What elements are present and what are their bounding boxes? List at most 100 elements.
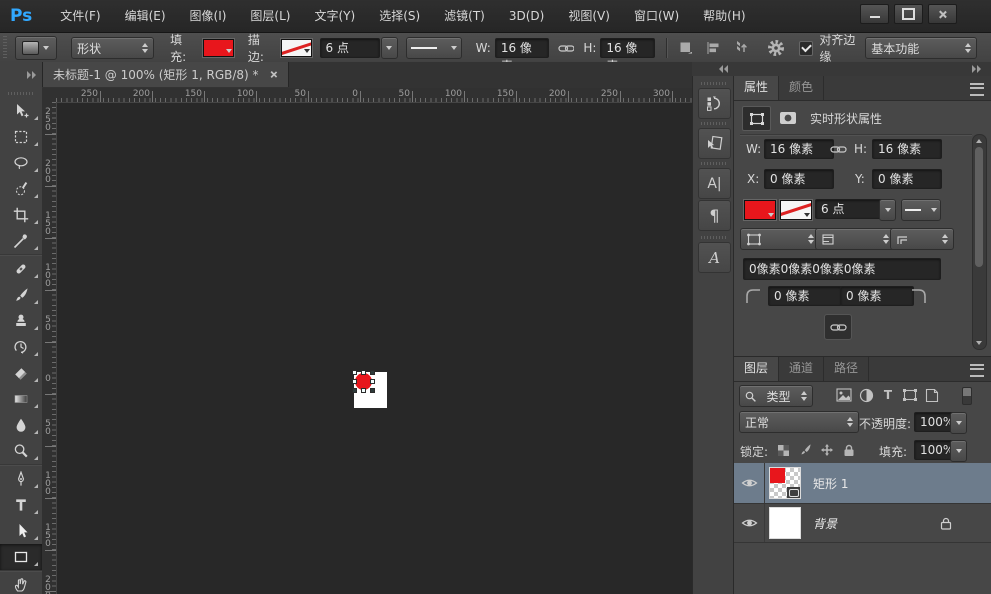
dock-gripper[interactable] (701, 236, 726, 239)
prop-x-input[interactable]: 0 像素 (764, 169, 834, 189)
layer-row-rectangle-1[interactable]: 矩形 1 (734, 463, 991, 504)
lock-position-icon[interactable] (818, 441, 836, 459)
layer-thumbnail[interactable] (769, 507, 801, 539)
checkbox-checked-icon[interactable] (799, 41, 813, 56)
toolbar-gripper[interactable] (8, 92, 34, 95)
tool-dodge[interactable] (0, 438, 42, 464)
menu-item-type[interactable]: 文字(Y) (302, 0, 367, 32)
menu-item-3d[interactable]: 3D(D) (497, 0, 556, 32)
corner-left-input[interactable]: 0 像素 (768, 286, 842, 306)
tool-preset-picker[interactable] (15, 36, 57, 60)
transform-handle[interactable] (352, 379, 357, 384)
options-bar-gripper[interactable] (3, 36, 7, 60)
transform-handle[interactable] (361, 370, 366, 375)
fill-color-swatch[interactable] (203, 39, 234, 57)
prop-y-input[interactable]: 0 像素 (872, 169, 942, 189)
corner-radius-summary-field[interactable]: 0像素0像素0像素0像素 (743, 258, 941, 280)
transform-handle[interactable] (352, 370, 357, 375)
filter-type-layers-icon[interactable]: T (878, 385, 898, 405)
menu-item-layer[interactable]: 图层(L) (238, 0, 302, 32)
properties-scrollbar[interactable] (972, 134, 987, 350)
transform-handle[interactable] (370, 379, 375, 384)
tool-mode-select[interactable]: 形状 (71, 37, 154, 59)
tab-color[interactable]: 颜色 (779, 76, 824, 100)
layer-filter-kind-select[interactable]: 类型 (739, 385, 813, 407)
lock-transparency-icon[interactable] (774, 441, 792, 459)
tool-history-brush[interactable] (0, 334, 42, 360)
collapse-toolbar-icon[interactable] (27, 71, 36, 79)
live-shape-properties-icon[interactable] (742, 106, 771, 131)
tool-move[interactable] (0, 98, 42, 124)
stroke-type-select[interactable] (406, 37, 462, 59)
visibility-toggle[interactable] (734, 504, 765, 542)
tab-paths[interactable]: 路径 (824, 357, 869, 381)
tool-blur[interactable] (0, 412, 42, 438)
shape-width-input[interactable]: 16 像素 (495, 38, 549, 58)
tab-properties[interactable]: 属性 (734, 76, 779, 100)
menu-item-edit[interactable]: 编辑(E) (113, 0, 178, 32)
layer-name[interactable]: 矩形 1 (813, 475, 848, 492)
prop-fill-swatch[interactable] (744, 200, 776, 220)
prop-height-input[interactable]: 16 像素 (872, 139, 942, 159)
prop-stroke-width-dropdown[interactable] (879, 199, 896, 221)
layer-name[interactable]: 背景 (813, 515, 837, 532)
opacity-dropdown-button[interactable] (950, 412, 967, 434)
stroke-color-swatch[interactable] (281, 39, 312, 57)
prop-stroke-swatch[interactable] (780, 200, 812, 220)
layer-thumbnail[interactable] (769, 467, 801, 499)
dock-gripper[interactable] (701, 82, 726, 85)
character-panel-button[interactable]: A| (698, 168, 731, 199)
align-edges-control[interactable]: 对齐边缘 (799, 31, 865, 65)
paragraph-panel-button[interactable]: ¶ (698, 200, 731, 231)
tool-crop[interactable] (0, 202, 42, 228)
history-panel-button[interactable] (698, 88, 731, 119)
canvas-area[interactable]: 250 200 150 100 50 0 50 100 150 200 250 … (42, 88, 692, 594)
shape-height-input[interactable]: 16 像素 (600, 38, 654, 58)
transform-handle[interactable] (370, 370, 375, 375)
filter-shape-layers-icon[interactable] (900, 385, 920, 405)
layer-fill-dropdown-button[interactable] (950, 440, 967, 462)
document-tab[interactable]: 未标题-1 @ 100% (矩形 1, RGB/8) * (42, 62, 289, 87)
filter-adjustment-layers-icon[interactable] (856, 385, 876, 405)
tool-hand[interactable] (0, 572, 42, 594)
prop-stroke-align-select[interactable] (815, 228, 895, 250)
menu-item-select[interactable]: 选择(S) (367, 0, 432, 32)
tool-lasso[interactable] (0, 150, 42, 176)
layer-row-background[interactable]: 背景 (734, 504, 991, 543)
maximize-button[interactable] (894, 4, 923, 24)
corner-top-left-icon[interactable] (745, 288, 762, 305)
close-tab-icon[interactable] (269, 71, 277, 79)
document-canvas[interactable] (354, 372, 387, 408)
tool-pen[interactable] (0, 466, 42, 492)
tool-horizontal-type[interactable] (0, 492, 42, 518)
tool-gradient[interactable] (0, 386, 42, 412)
scroll-down-icon[interactable] (976, 341, 982, 345)
prop-stroke-corner-select[interactable] (890, 228, 954, 250)
visibility-toggle[interactable] (734, 463, 765, 503)
character-styles-panel-button[interactable]: A (698, 242, 731, 273)
link-corners-button[interactable] (824, 314, 852, 340)
expand-dock-icon[interactable] (719, 65, 728, 73)
tool-eyedropper[interactable] (0, 228, 42, 254)
dock-gripper[interactable] (701, 122, 726, 125)
prop-stroke-type-select[interactable] (901, 199, 941, 221)
path-arrangement-button[interactable] (730, 37, 753, 59)
dock-gripper[interactable] (701, 162, 726, 165)
prop-shape-type-select[interactable] (740, 228, 820, 250)
scrollbar-thumb[interactable] (975, 147, 983, 267)
tool-path-selection[interactable] (0, 518, 42, 544)
collapse-panels-icon[interactable] (972, 65, 981, 73)
filter-smart-objects-icon[interactable] (922, 385, 942, 405)
tool-rectangle[interactable] (0, 544, 42, 570)
scroll-up-icon[interactable] (976, 139, 982, 143)
notes-panel-button[interactable] (698, 128, 731, 159)
corner-right-input[interactable]: 0 像素 (840, 286, 914, 306)
filtering-toggle[interactable] (962, 387, 972, 405)
menu-item-file[interactable]: 文件(F) (48, 0, 112, 32)
filter-pixel-layers-icon[interactable] (834, 385, 854, 405)
prop-stroke-width-field[interactable]: 6 点 (815, 199, 885, 219)
workspace-switcher[interactable]: 基本功能 (865, 37, 977, 59)
tool-quick-selection[interactable] (0, 176, 42, 202)
link-dimensions-icon[interactable] (830, 144, 847, 155)
tab-layers[interactable]: 图层 (734, 357, 779, 381)
